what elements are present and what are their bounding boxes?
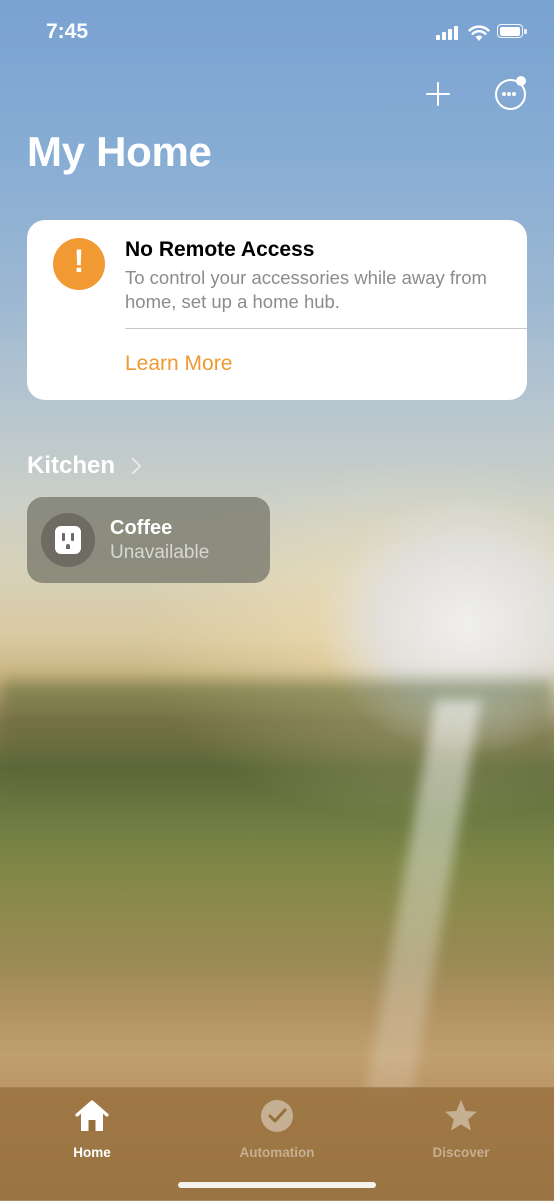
clock-icon <box>261 1100 293 1132</box>
tab-automation[interactable]: Automation <box>217 1096 337 1166</box>
star-icon <box>445 1100 477 1131</box>
accessory-tile-coffee[interactable]: Coffee Unavailable <box>27 497 270 583</box>
alert-title: No Remote Access <box>125 238 315 261</box>
tab-label-home: Home <box>73 1145 111 1160</box>
house-icon <box>75 1100 109 1131</box>
exclamation-icon: ! <box>53 238 105 290</box>
battery-icon <box>497 24 527 40</box>
room-name: Kitchen <box>27 452 116 479</box>
alert-body: To control your accessories while away f… <box>125 267 487 312</box>
wallpaper <box>0 0 554 1200</box>
accessory-name: Coffee <box>110 517 173 539</box>
tab-label-automation: Automation <box>239 1145 315 1160</box>
no-remote-access-card: ! No Remote Access To control your acces… <box>27 220 527 400</box>
outlet-icon <box>41 513 95 567</box>
cellular-signal-icon <box>436 26 462 40</box>
add-accessory-button[interactable] <box>422 78 454 110</box>
status-bar: 7:45 <box>0 0 554 64</box>
more-options-button[interactable] <box>494 76 526 110</box>
learn-more-link[interactable]: Learn More <box>125 352 232 376</box>
status-time: 7:45 <box>46 20 89 43</box>
accessory-status: Unavailable <box>110 542 210 563</box>
tab-home[interactable]: Home <box>32 1096 152 1166</box>
chevron-right-icon <box>124 457 142 475</box>
alert-divider <box>125 328 527 329</box>
page-title: My Home <box>27 128 212 175</box>
wifi-icon <box>468 25 490 41</box>
home-indicator[interactable] <box>178 1182 376 1188</box>
room-header-kitchen[interactable]: Kitchen <box>27 452 142 480</box>
exclamation-glyph: ! <box>73 243 85 279</box>
notification-badge <box>516 76 526 86</box>
tab-label-discover: Discover <box>432 1145 490 1160</box>
tab-discover[interactable]: Discover <box>401 1096 521 1166</box>
